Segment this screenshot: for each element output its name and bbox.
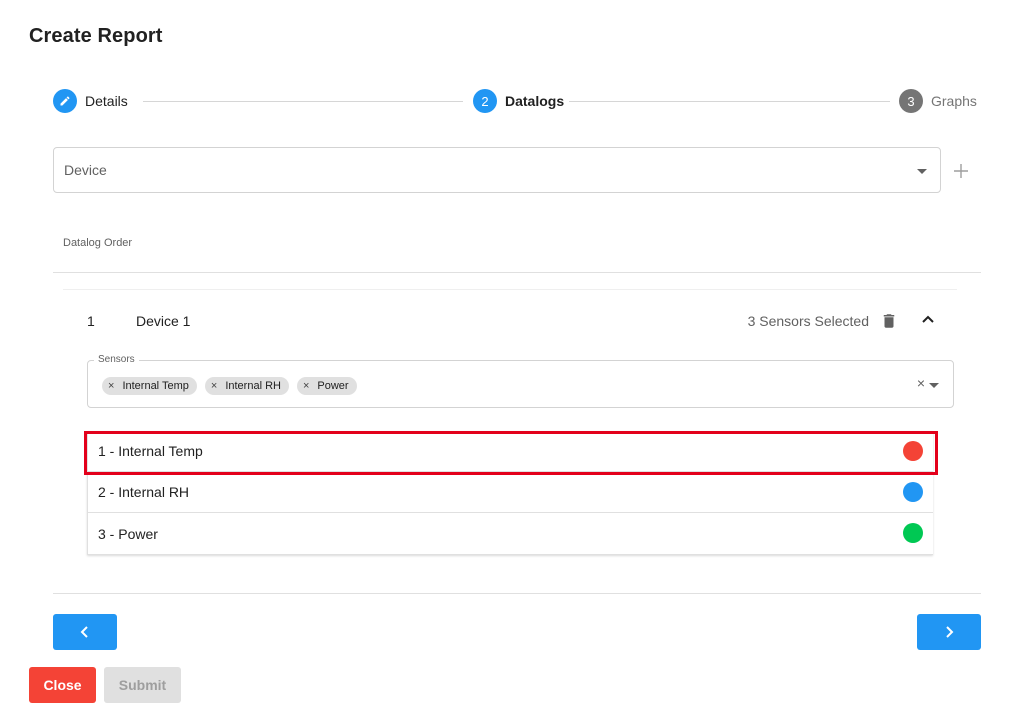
- sensor-item-label: 2 - Internal RH: [98, 484, 190, 500]
- sensor-chip[interactable]: × Internal RH: [204, 377, 289, 395]
- sensor-order-list: 1 - Internal Temp 2 - Internal RH 3 - Po…: [87, 431, 933, 555]
- sensor-color-dot[interactable]: [903, 441, 923, 461]
- dropdown-arrow-icon: [917, 169, 927, 174]
- next-button[interactable]: [917, 614, 981, 650]
- dialog-title: Create Report: [29, 25, 163, 47]
- divider: [53, 593, 981, 594]
- step-connector: [569, 101, 890, 102]
- sensors-selected-count: 3 Sensors Selected: [747, 313, 869, 329]
- step-connector: [143, 101, 463, 102]
- chip-label: Internal RH: [225, 380, 281, 392]
- sensor-color-dot[interactable]: [903, 482, 923, 502]
- card-edge: [63, 289, 957, 290]
- sensor-item-label: 3 - Power: [98, 525, 158, 542]
- step-number: 2: [473, 89, 497, 113]
- device-select-placeholder: Device: [64, 162, 107, 178]
- sensors-multiselect[interactable]: Sensors × Internal Temp × Internal RH × …: [87, 354, 954, 408]
- step-details[interactable]: Details: [53, 89, 128, 113]
- close-button[interactable]: Close: [29, 667, 96, 703]
- pencil-icon: [53, 89, 77, 113]
- step-label: Datalogs: [505, 93, 565, 109]
- device-select[interactable]: Device: [53, 147, 941, 193]
- step-label: Graphs: [931, 93, 977, 109]
- plus-icon[interactable]: [951, 161, 971, 181]
- sensor-chip[interactable]: × Power: [296, 377, 357, 395]
- chip-remove-icon[interactable]: ×: [108, 380, 114, 392]
- divider: [53, 272, 981, 273]
- sensor-list-item[interactable]: 2 - Internal RH: [88, 472, 933, 513]
- chip-remove-icon[interactable]: ×: [211, 380, 217, 392]
- submit-button[interactable]: Submit: [104, 667, 181, 703]
- datalog-row-device: Device 1: [136, 313, 191, 329]
- chip-label: Internal Temp: [122, 380, 189, 392]
- clear-icon[interactable]: ×: [917, 375, 925, 391]
- step-datalogs[interactable]: 2 Datalogs: [473, 89, 564, 113]
- chevron-left-icon: [80, 626, 88, 638]
- chip-label: Power: [317, 380, 349, 392]
- chevron-right-icon: [946, 626, 954, 638]
- sensors-label: Sensors: [94, 354, 139, 365]
- back-button[interactable]: [53, 614, 117, 650]
- step-graphs[interactable]: 3 Graphs: [899, 89, 977, 113]
- chip-remove-icon[interactable]: ×: [303, 380, 309, 392]
- trash-icon[interactable]: [880, 311, 898, 331]
- datalog-row-index: 1: [87, 313, 95, 329]
- datalog-order-label: Datalog Order: [63, 237, 133, 249]
- sensor-chips: × Internal Temp × Internal RH × Power: [102, 377, 357, 395]
- dropdown-arrow-icon[interactable]: [929, 383, 939, 388]
- step-number: 3: [899, 89, 923, 113]
- chevron-up-icon[interactable]: [920, 312, 936, 324]
- sensor-list-item[interactable]: 3 - Power: [88, 513, 933, 554]
- sensor-color-dot[interactable]: [903, 523, 923, 543]
- sensor-list-item[interactable]: 1 - Internal Temp: [88, 431, 933, 472]
- sensor-item-label: 1 - Internal Temp: [98, 443, 203, 459]
- sensor-chip[interactable]: × Internal Temp: [102, 377, 197, 395]
- step-label: Details: [85, 93, 128, 109]
